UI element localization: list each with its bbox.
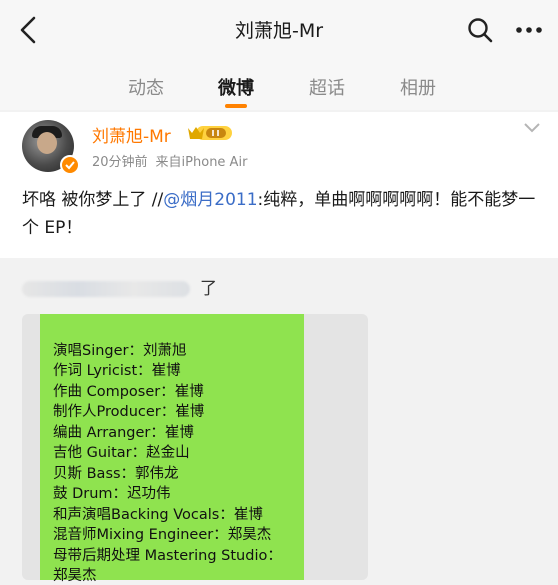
chevron-down-icon[interactable] bbox=[523, 122, 541, 134]
profile-tabs: 动态 微博 超话 相册 bbox=[0, 60, 558, 110]
tab-weibo[interactable]: 微博 bbox=[218, 74, 254, 100]
repost-line: 了 bbox=[22, 274, 217, 299]
blurred-original-text bbox=[22, 281, 190, 297]
post-time: 20分钟前 bbox=[92, 155, 148, 170]
search-icon[interactable] bbox=[466, 16, 494, 44]
credit-line: 贝斯 Bass：郭伟龙 bbox=[53, 466, 179, 482]
credit-line: 郑昊杰 bbox=[53, 568, 97, 584]
mention-link[interactable]: @烟月2011 bbox=[163, 190, 257, 210]
post-text: 坏咯 被你梦上了 //@烟月2011:纯粹，单曲啊啊啊啊啊！能不能梦一个 EP！ bbox=[22, 186, 542, 242]
credit-line: 和声演唱Backing Vocals：崔博 bbox=[53, 507, 263, 523]
tab-dynamics[interactable]: 动态 bbox=[128, 74, 164, 100]
post-source: 来自iPhone Air bbox=[155, 155, 248, 170]
credit-line: 鼓 Drum：迟功伟 bbox=[53, 486, 171, 502]
credit-line: 混音师Mixing Engineer：郑昊杰 bbox=[53, 527, 272, 543]
credit-line: 制作人Producer：崔博 bbox=[53, 404, 205, 420]
credit-line: 演唱Singer：刘萧旭 bbox=[53, 343, 187, 359]
more-options-icon[interactable] bbox=[514, 16, 544, 44]
repost-tail: 了 bbox=[200, 279, 217, 299]
credit-line: 编曲 Arranger：崔博 bbox=[53, 425, 194, 441]
post-card: 刘萧旭-Mr 20分钟前 来自iPhone Air 坏咯 被你梦上了 //@烟月2… bbox=[0, 112, 558, 258]
credit-line: 吉他 Guitar：赵金山 bbox=[53, 445, 190, 461]
tab-super-topic[interactable]: 超话 bbox=[309, 74, 345, 100]
member-crown-icon bbox=[188, 126, 232, 140]
post-text-before: 坏咯 被你梦上了 // bbox=[22, 190, 164, 210]
credit-line: 作词 Lyricist：崔博 bbox=[53, 363, 181, 379]
credit-line: 作曲 Composer：崔博 bbox=[53, 384, 204, 400]
post-meta: 20分钟前 来自iPhone Air bbox=[92, 151, 247, 170]
credit-line: 母带后期处理 Mastering Studio： bbox=[53, 548, 282, 564]
verified-badge-icon bbox=[60, 155, 80, 175]
post-username[interactable]: 刘萧旭-Mr bbox=[92, 122, 171, 147]
active-tab-indicator bbox=[225, 104, 247, 108]
avatar-face bbox=[37, 132, 57, 154]
top-bar: 刘萧旭-Mr bbox=[0, 0, 558, 60]
tab-album[interactable]: 相册 bbox=[400, 74, 436, 100]
